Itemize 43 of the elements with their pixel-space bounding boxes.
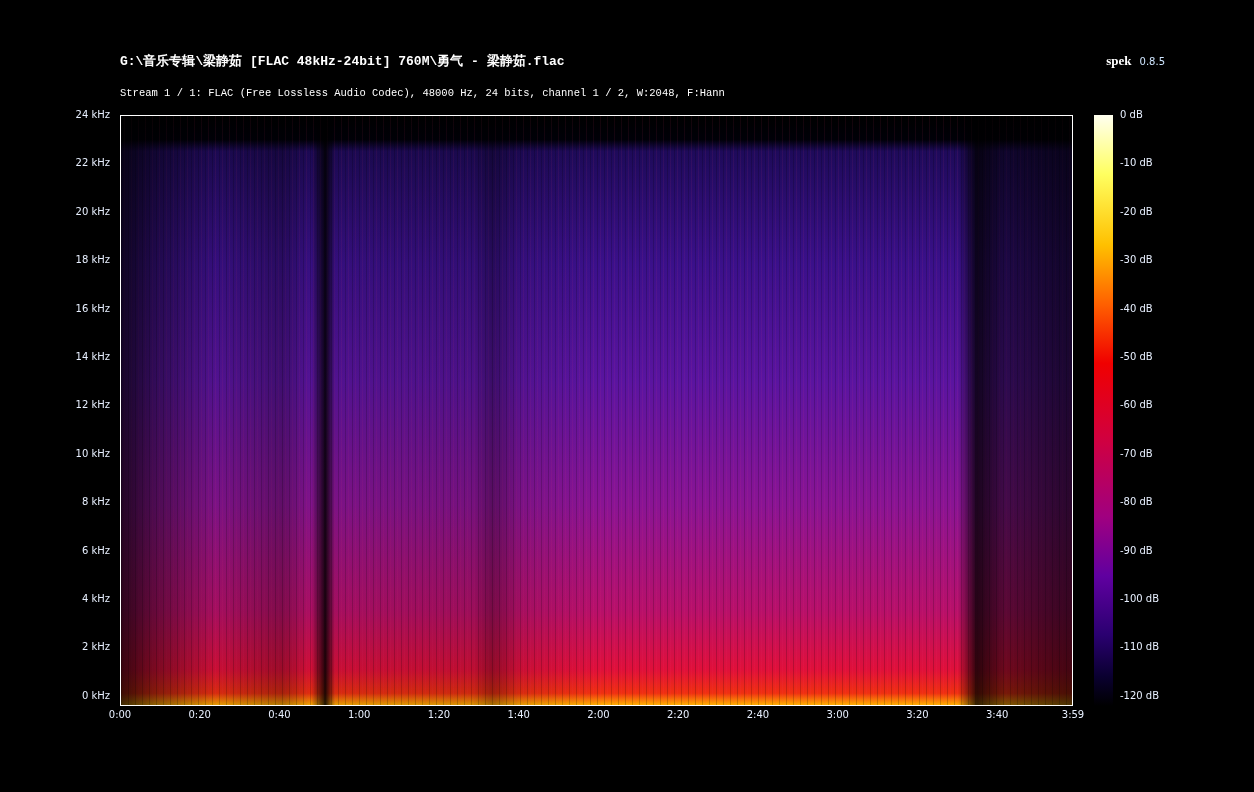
frequency-tick-label: 12 kHz — [75, 399, 110, 412]
frequency-tick-label: 22 kHz — [75, 157, 110, 170]
frequency-tick-label: 14 kHz — [75, 351, 110, 364]
frequency-tick-label: 18 kHz — [75, 254, 110, 267]
frequency-tick-label: 2 kHz — [81, 641, 110, 654]
time-tick-label: 1:00 — [348, 709, 371, 721]
time-tick-label: 1:40 — [507, 709, 530, 721]
time-tick-label: 0:40 — [268, 709, 291, 721]
decibel-tick-label: -10 dB — [1120, 157, 1154, 170]
time-tick-label: 3:59 — [1061, 709, 1085, 721]
time-tick-label: 1:20 — [427, 709, 451, 721]
decibel-tick-label: 0 dB — [1120, 109, 1144, 121]
frequency-tick-label: 10 kHz — [75, 447, 110, 460]
frequency-tick-label: 24 kHz — [75, 109, 110, 121]
time-tick-label: 2:00 — [587, 709, 610, 721]
app-name: spek — [1106, 53, 1132, 69]
time-tick-label: 3:40 — [986, 709, 1009, 721]
decibel-tick-label: -50 dB — [1120, 351, 1154, 364]
time-tick-label: 3:00 — [826, 709, 849, 721]
decibel-tick-label: -90 dB — [1120, 544, 1154, 557]
frequency-tick-label: 6 kHz — [81, 544, 110, 557]
decibel-tick-label: -120 dB — [1120, 689, 1160, 702]
decibel-tick-label: -70 dB — [1120, 447, 1154, 460]
time-tick-label: 2:20 — [667, 709, 690, 721]
decibel-tick-label: -40 dB — [1120, 302, 1154, 315]
time-tick-label: 0:00 — [108, 709, 132, 721]
decibel-tick-label: -30 dB — [1120, 254, 1154, 267]
decibel-tick-label: -20 dB — [1120, 205, 1154, 218]
decibel-tick-label: -60 dB — [1120, 399, 1154, 412]
frequency-tick-label: 0 kHz — [81, 689, 110, 702]
time-tick-label: 2:40 — [746, 709, 770, 721]
frequency-tick-label: 16 kHz — [75, 302, 110, 315]
frequency-tick-label: 8 kHz — [81, 496, 110, 509]
decibel-tick-label: -100 dB — [1120, 593, 1160, 606]
file-path-title: G:\音乐专辑\梁静茹 [FLAC 48kHz-24bit] 760M\勇气 - 梁静茹.flac — [120, 53, 565, 70]
app-version: 0.8.5 — [1139, 56, 1165, 67]
decibel-tick-label: -80 dB — [1120, 496, 1154, 509]
time-tick-label: 0:20 — [188, 709, 211, 721]
decibel-tick-label: -110 dB — [1120, 641, 1160, 654]
frequency-tick-label: 20 kHz — [75, 205, 110, 218]
time-tick-label: 3:20 — [906, 709, 929, 721]
stream-info: Stream 1 / 1: FLAC (Free Lossless Audio Codec), 48000 Hz, 24 bits, channel 1 / 2, W:2048, F:Hann — [119, 87, 726, 99]
frequency-tick-label: 4 kHz — [81, 593, 110, 606]
